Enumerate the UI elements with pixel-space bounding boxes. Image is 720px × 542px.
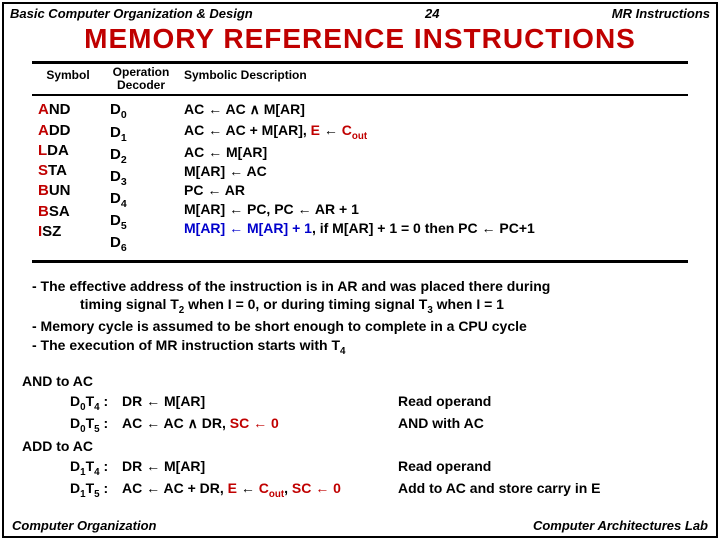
- op-and-r1-expr: DR ← M[AR]: [122, 392, 398, 415]
- header-page-num: 24: [425, 6, 439, 21]
- table-body: AND ADD LDA STA BUN BSA ISZ D0 D1 D2 D3 …: [32, 96, 688, 259]
- header-left: Basic Computer Organization & Design: [10, 6, 253, 21]
- sym-add: ADD: [38, 121, 98, 141]
- header-right: MR Instructions: [612, 6, 710, 21]
- sym-bun: BUN: [38, 181, 98, 201]
- op-and-r2-label: D0T5 :: [22, 414, 122, 437]
- sym-bsa: BSA: [38, 202, 98, 222]
- desc-sta: M[AR] ← AC: [184, 162, 682, 181]
- note-1b: timing signal T2 when I = 0, or during t…: [32, 295, 688, 317]
- op-add-title: ADD to AC: [22, 437, 698, 457]
- op-and-title: AND to AC: [22, 372, 698, 392]
- op-and-r1: D0T4 : DR ← M[AR] Read operand: [22, 392, 698, 415]
- desc-bsa: M[AR] ← PC, PC ← AR + 1: [184, 200, 682, 219]
- desc-lda: AC ← M[AR]: [184, 143, 682, 162]
- dec-0: D0: [110, 100, 172, 122]
- th-symbol: Symbol: [32, 64, 104, 94]
- sym-and: AND: [38, 100, 98, 120]
- dec-2: D2: [110, 145, 172, 167]
- note-2: - Memory cycle is assumed to be short en…: [32, 317, 688, 336]
- footer-right: Computer Architectures Lab: [533, 518, 708, 533]
- op-add-r2: D1T5 : AC ← AC + DR, E ← Cout, SC ← 0 Ad…: [22, 479, 698, 502]
- op-add-r1: D1T4 : DR ← M[AR] Read operand: [22, 457, 698, 480]
- table-header-row: Symbol OperationDecoder Symbolic Descrip…: [32, 64, 688, 96]
- col-description: AC ← AC ∧ M[AR] AC ← AC + M[AR], E ← Cou…: [178, 96, 688, 259]
- desc-isz: M[AR] ← M[AR] + 1, if M[AR] + 1 = 0 then…: [184, 219, 682, 238]
- op-add-r1-expr: DR ← M[AR]: [122, 457, 398, 480]
- sym-lda: LDA: [38, 141, 98, 161]
- dec-4: D4: [110, 189, 172, 211]
- op-and-r1-label: D0T4 :: [22, 392, 122, 415]
- header-bar: Basic Computer Organization & Design 24 …: [4, 4, 716, 21]
- desc-bun: PC ← AR: [184, 181, 682, 200]
- dec-6: D6: [110, 233, 172, 255]
- desc-add: AC ← AC + M[AR], E ← Cout: [184, 121, 682, 143]
- dec-5: D5: [110, 211, 172, 233]
- note-3: - The execution of MR instruction starts…: [32, 336, 688, 358]
- op-add-r2-label: D1T5 :: [22, 479, 122, 502]
- operations-block: AND to AC D0T4 : DR ← M[AR] Read operand…: [22, 372, 698, 501]
- op-and-r1-cmt: Read operand: [398, 392, 698, 415]
- op-and-r2-cmt: AND with AC: [398, 414, 698, 437]
- op-add-r1-cmt: Read operand: [398, 457, 698, 480]
- op-add-r1-label: D1T4 :: [22, 457, 122, 480]
- op-and-r2-expr: AC ← AC ∧ DR, SC ← 0: [122, 414, 398, 437]
- th-decoder: OperationDecoder: [104, 64, 178, 94]
- op-add-r2-cmt: Add to AC and store carry in E: [398, 479, 698, 502]
- dec-3: D3: [110, 167, 172, 189]
- dec-1: D1: [110, 123, 172, 145]
- desc-and: AC ← AC ∧ M[AR]: [184, 100, 682, 121]
- op-and-r2: D0T5 : AC ← AC ∧ DR, SC ← 0 AND with AC: [22, 414, 698, 437]
- footer-bar: Computer Organization Computer Architect…: [4, 518, 716, 533]
- footer-left: Computer Organization: [12, 518, 156, 533]
- sym-sta: STA: [38, 161, 98, 181]
- notes-block: - The effective address of the instructi…: [32, 277, 688, 359]
- instruction-table: Symbol OperationDecoder Symbolic Descrip…: [32, 61, 688, 263]
- note-1a: - The effective address of the instructi…: [32, 277, 688, 296]
- op-add-r2-expr: AC ← AC + DR, E ← Cout, SC ← 0: [122, 479, 398, 502]
- col-decoder: D0 D1 D2 D3 D4 D5 D6: [104, 96, 178, 259]
- slide-title: MEMORY REFERENCE INSTRUCTIONS: [4, 23, 716, 55]
- th-description: Symbolic Description: [178, 64, 688, 94]
- col-symbol: AND ADD LDA STA BUN BSA ISZ: [32, 96, 104, 259]
- slide-page: Basic Computer Organization & Design 24 …: [2, 2, 718, 538]
- sym-isz: ISZ: [38, 222, 98, 242]
